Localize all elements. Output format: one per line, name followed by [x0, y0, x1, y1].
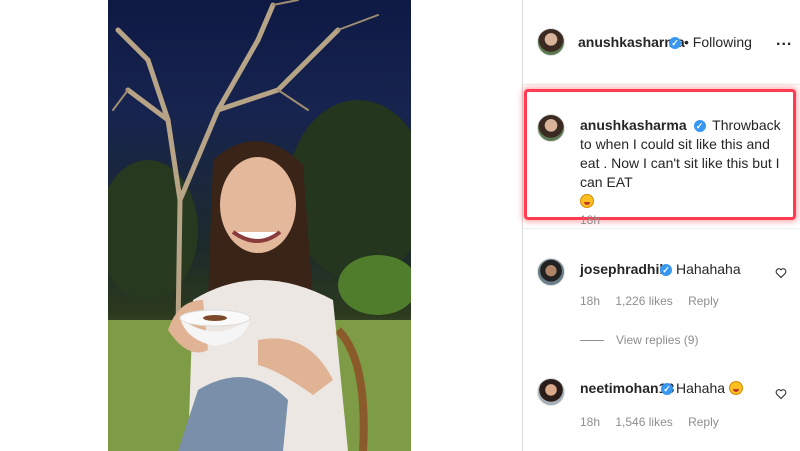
comment-text: Hahaha [676, 380, 743, 396]
reply-button[interactable]: Reply [688, 294, 719, 308]
crazy-face-emoji-icon [580, 194, 594, 208]
following-button[interactable]: • Following [684, 34, 752, 50]
comment-body: Hahaha [676, 380, 726, 396]
comment-text: Hahahaha [676, 261, 741, 277]
comment-time: 18h [580, 294, 601, 308]
caption-username[interactable]: anushkasharma [580, 117, 687, 133]
comment-meta: 18h 1,546 likes Reply [580, 415, 731, 429]
verified-badge-icon: ✓ [660, 264, 672, 276]
view-replies-button[interactable]: View replies (9) [580, 333, 698, 347]
comment-username[interactable]: josephradhik [580, 261, 667, 277]
verified-badge-icon: ✓ [661, 383, 673, 395]
reply-button[interactable]: Reply [688, 415, 719, 429]
heart-icon[interactable] [775, 267, 787, 279]
comment-likes[interactable]: 1,226 likes [615, 294, 672, 308]
caption-divider [523, 228, 800, 229]
author-avatar[interactable] [537, 28, 565, 56]
panel-divider [522, 0, 523, 451]
comment-meta: 18h 1,226 likes Reply [580, 294, 731, 308]
crazy-face-emoji-icon [728, 381, 743, 395]
verified-badge-icon: ✓ [693, 120, 706, 132]
header-divider [523, 84, 800, 85]
comment-likes[interactable]: 1,546 likes [615, 415, 672, 429]
caption-avatar[interactable] [537, 114, 565, 142]
caption-time: 18h [580, 213, 601, 227]
comment-avatar[interactable] [537, 378, 565, 406]
view-replies-label: View replies (9) [616, 333, 699, 347]
verified-badge-icon: ✓ [669, 37, 681, 49]
comment-time: 18h [580, 415, 601, 429]
comment-avatar[interactable] [537, 258, 565, 286]
caption: anushkasharma ✓ Throwback to when I coul… [580, 116, 790, 211]
photo-illustration [108, 0, 411, 451]
more-options-icon[interactable]: ... [776, 32, 792, 50]
replies-line [580, 340, 604, 342]
heart-icon[interactable] [775, 388, 787, 400]
post-photo[interactable] [108, 0, 411, 451]
